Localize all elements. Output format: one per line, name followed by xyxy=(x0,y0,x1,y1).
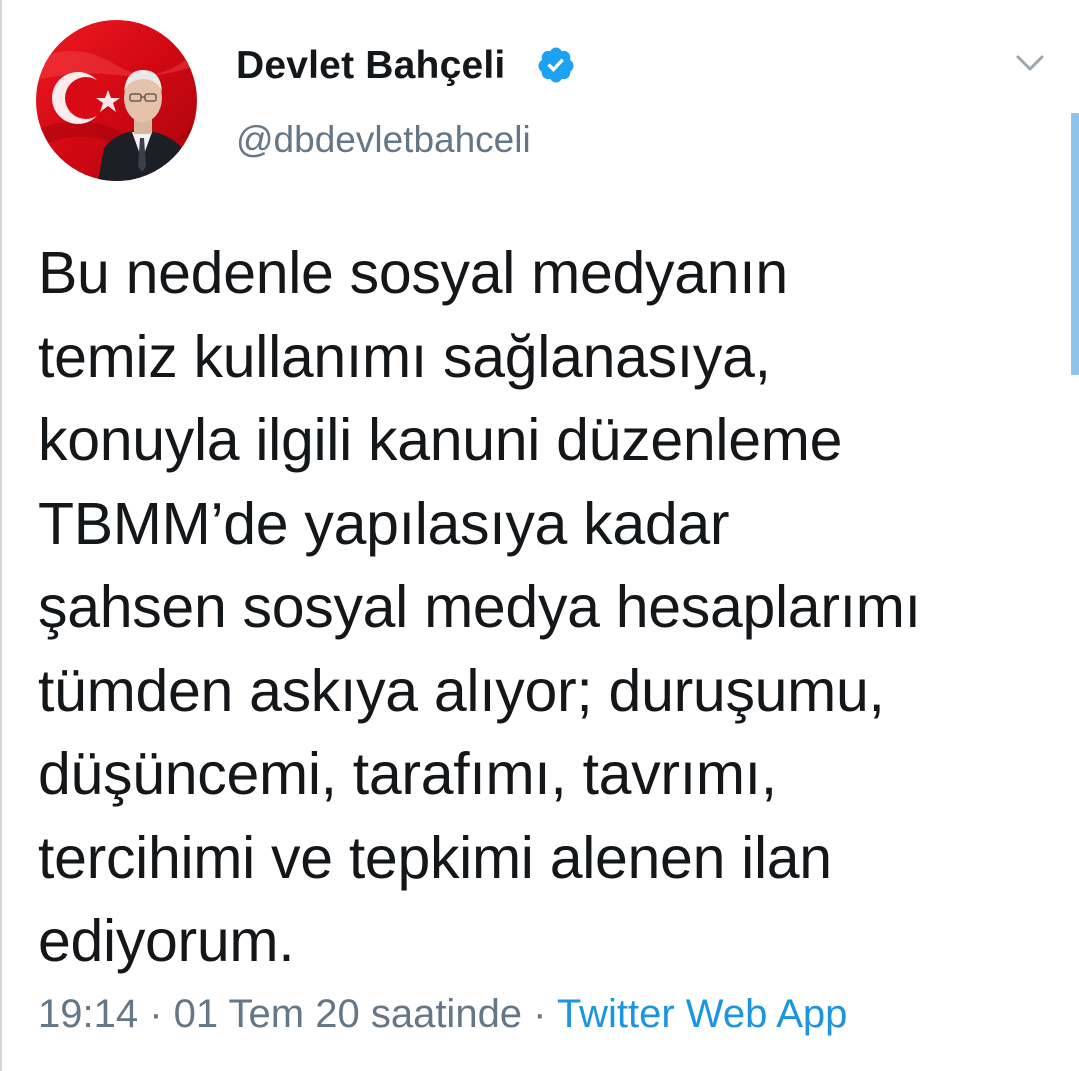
tweet-meta: 19:14 · 01 Tem 20 saatinde · Twitter Web… xyxy=(38,992,847,1037)
meta-separator: · xyxy=(138,992,174,1036)
verified-badge-icon xyxy=(538,47,574,83)
profile-photo-icon xyxy=(36,20,197,181)
user-handle[interactable]: @dbdevletbahceli xyxy=(236,119,531,161)
left-border xyxy=(0,0,2,1071)
chevron-down-icon[interactable] xyxy=(1008,44,1052,84)
scrollbar-thumb[interactable] xyxy=(1071,113,1079,375)
tweet-card: Devlet Bahçeli @dbdevletbahceli Bu neden… xyxy=(0,0,1079,1071)
tweet-source-link[interactable]: Twitter Web App xyxy=(557,992,848,1036)
meta-separator-2: · xyxy=(522,992,557,1036)
tweet-text: Bu nedenle sosyal medyanın temiz kullanı… xyxy=(38,240,921,974)
tweet-time[interactable]: 19:14 xyxy=(38,992,138,1036)
tweet-date[interactable]: 01 Tem 20 saatinde xyxy=(174,992,522,1036)
display-name[interactable]: Devlet Bahçeli xyxy=(236,44,505,88)
avatar[interactable] xyxy=(36,20,197,181)
